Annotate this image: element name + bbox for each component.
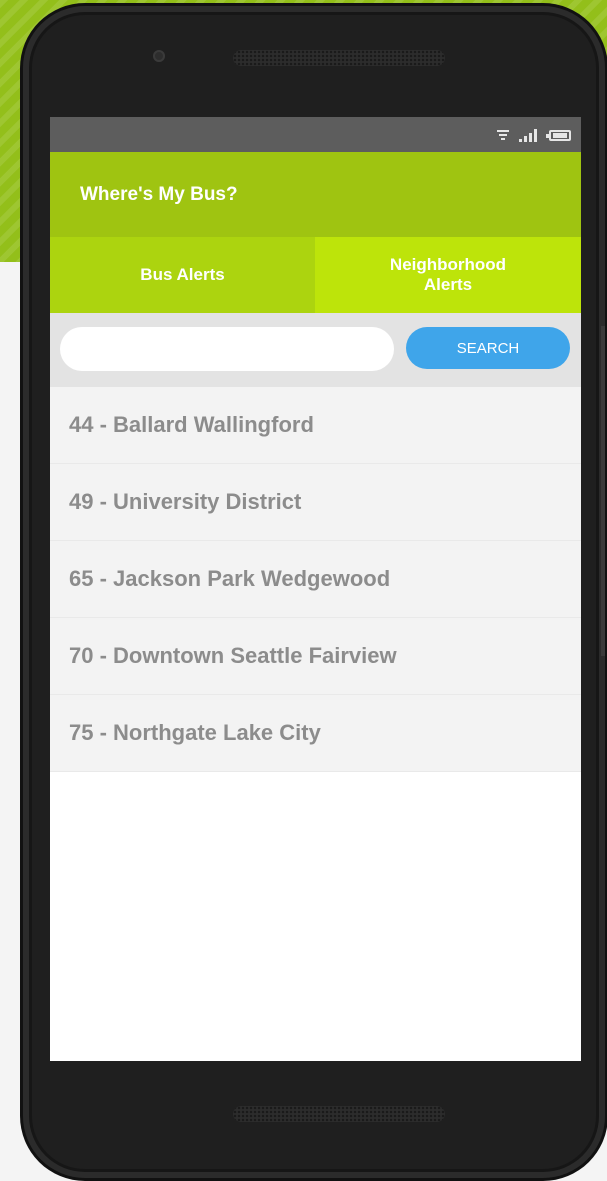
- earpiece-speaker: [233, 50, 445, 66]
- battery-icon: [546, 129, 571, 141]
- status-bar: [50, 117, 581, 152]
- bottom-speaker: [233, 1106, 445, 1122]
- app-title: Where's My Bus?: [80, 184, 238, 205]
- route-item-65[interactable]: 65 - Jackson Park Wedgewood: [50, 541, 581, 618]
- status-icons: [495, 125, 571, 145]
- front-camera: [153, 50, 165, 62]
- tab-bar: Bus Alerts Neighborhood Alerts: [50, 237, 581, 313]
- route-item-70[interactable]: 70 - Downtown Seattle Fairview: [50, 618, 581, 695]
- signal-icon: [519, 129, 537, 142]
- route-item-49[interactable]: 49 - University District: [50, 464, 581, 541]
- search-input[interactable]: [60, 327, 394, 371]
- wifi-icon: [497, 130, 509, 140]
- route-item-44[interactable]: 44 - Ballard Wallingford: [50, 387, 581, 464]
- route-item-75[interactable]: 75 - Northgate Lake City: [50, 695, 581, 772]
- route-list: 44 - Ballard Wallingford 49 - University…: [50, 387, 581, 772]
- phone-side-button: [601, 326, 605, 656]
- app-screen: Where's My Bus? Bus Alerts Neighborhood …: [50, 117, 581, 1061]
- search-bar: SEARCH: [50, 313, 581, 387]
- tab-bus-alerts[interactable]: Bus Alerts: [50, 237, 315, 313]
- tab-neighborhood-label: Neighborhood Alerts: [389, 255, 507, 294]
- tab-neighborhood-alerts[interactable]: Neighborhood Alerts: [315, 237, 581, 313]
- search-button[interactable]: SEARCH: [406, 327, 570, 369]
- app-bar: Where's My Bus?: [50, 152, 581, 237]
